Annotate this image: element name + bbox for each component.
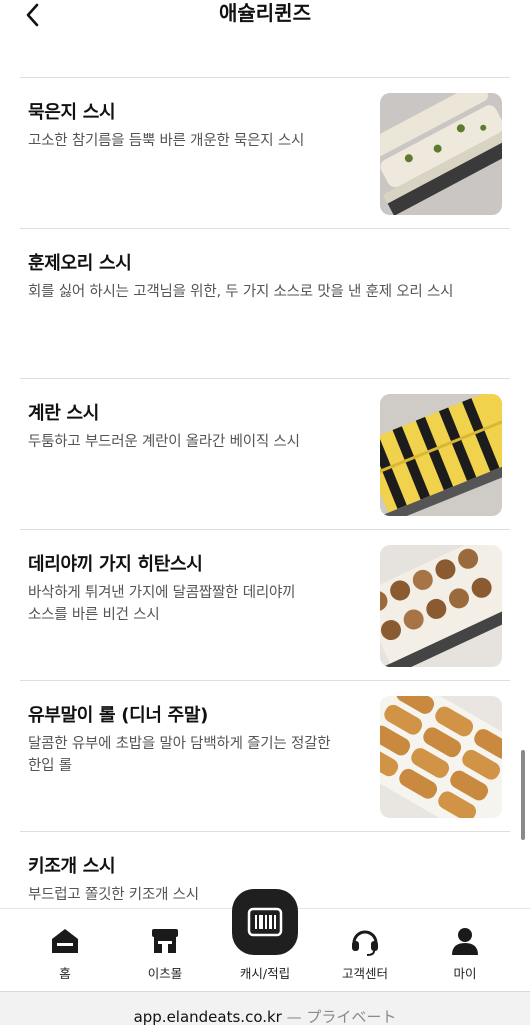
menu-item-image	[380, 93, 502, 215]
tab-my[interactable]: 마이	[415, 909, 515, 991]
private-label: — プライベート	[286, 1008, 397, 1026]
tab-label: 마이	[453, 966, 477, 981]
page-title: 애슐리퀸즈	[219, 1, 311, 25]
scrollbar[interactable]	[521, 750, 525, 840]
menu-item[interactable]: 계란 스시 두툼하고 부드러운 계란이 올라간 베이직 스시	[0, 379, 530, 529]
menu-item-name: 키조개 스시	[28, 856, 116, 877]
menu-item[interactable]: 유부말이 롤 (디너 주말) 달콤한 유부에 초밥을 말아 담백하게 즐기는 정…	[0, 681, 530, 831]
menu-item[interactable]: 데리야끼 가지 히탄스시 바삭하게 튀겨낸 가지에 달콤짭짤한 데리야끼 소스를…	[0, 530, 530, 680]
tab-label: 캐시/적립	[239, 966, 291, 981]
home-icon	[52, 929, 78, 953]
menu-item[interactable]: 묵은지 스시 고소한 참기름을 듬뿍 바른 개운한 묵은지 스시	[0, 78, 530, 228]
menu-item-name: 유부말이 롤 (디너 주말)	[28, 705, 209, 726]
menu-item-image	[380, 545, 502, 667]
bottom-tab-bar: 홈 이츠몰 캐시/적립 고객센터 마이	[0, 889, 530, 991]
menu-item-desc: 고소한 참기름을 듬뿍 바른 개운한 묵은지 스시	[28, 133, 305, 149]
tab-home[interactable]: 홈	[15, 909, 115, 991]
tab-label: 고객센터	[341, 966, 388, 981]
tab-customer-center[interactable]: 고객센터	[315, 909, 415, 991]
menu-item-name: 훈제오리 스시	[28, 253, 132, 274]
menu-item-desc: 바삭하게 튀겨낸 가지에 달콤짭짤한 데리야끼 소스를 바른 비건 스시	[28, 585, 296, 623]
tab-eatsmall[interactable]: 이츠몰	[115, 909, 215, 991]
menu-item-name: 계란 스시	[28, 403, 100, 424]
menu-item-name: 데리야끼 가지 히탄스시	[28, 554, 203, 575]
menu-item[interactable]: 훈제오리 스시 회를 싫어 하시는 고객님을 위한, 두 가지 소스로 맛을 낸…	[0, 229, 530, 379]
menu-item-desc: 부드럽고 쫄깃한 키조개 스시	[28, 887, 199, 903]
menu-item-image	[380, 696, 502, 818]
browser-url-bar[interactable]: app.elandeats.co.kr — プライベート	[0, 991, 530, 1026]
person-icon	[452, 928, 478, 955]
tab-cash[interactable]: 캐시/적립	[215, 889, 315, 991]
tab-label: 홈	[59, 966, 71, 981]
menu-item-desc: 달콤한 유부에 초밥을 말아 담백하게 즐기는 정갈한 한입 롤	[28, 736, 331, 774]
cash-button[interactable]	[232, 889, 298, 955]
store-icon	[152, 929, 178, 953]
menu-item-desc: 회를 싫어 하시는 고객님을 위한, 두 가지 소스로 맛을 낸 훈제 오리 스…	[28, 284, 454, 300]
url-domain: app.elandeats.co.kr	[133, 1008, 282, 1026]
headset-icon	[352, 930, 378, 956]
header: 애슐리퀸즈	[0, 0, 530, 44]
menu-item-image	[380, 394, 502, 516]
barcode-icon	[247, 907, 283, 937]
menu-item-name: 묵은지 스시	[28, 102, 116, 123]
tab-label: 이츠몰	[147, 966, 183, 981]
menu-item-desc: 두툼하고 부드러운 계란이 올라간 베이직 스시	[28, 434, 300, 450]
